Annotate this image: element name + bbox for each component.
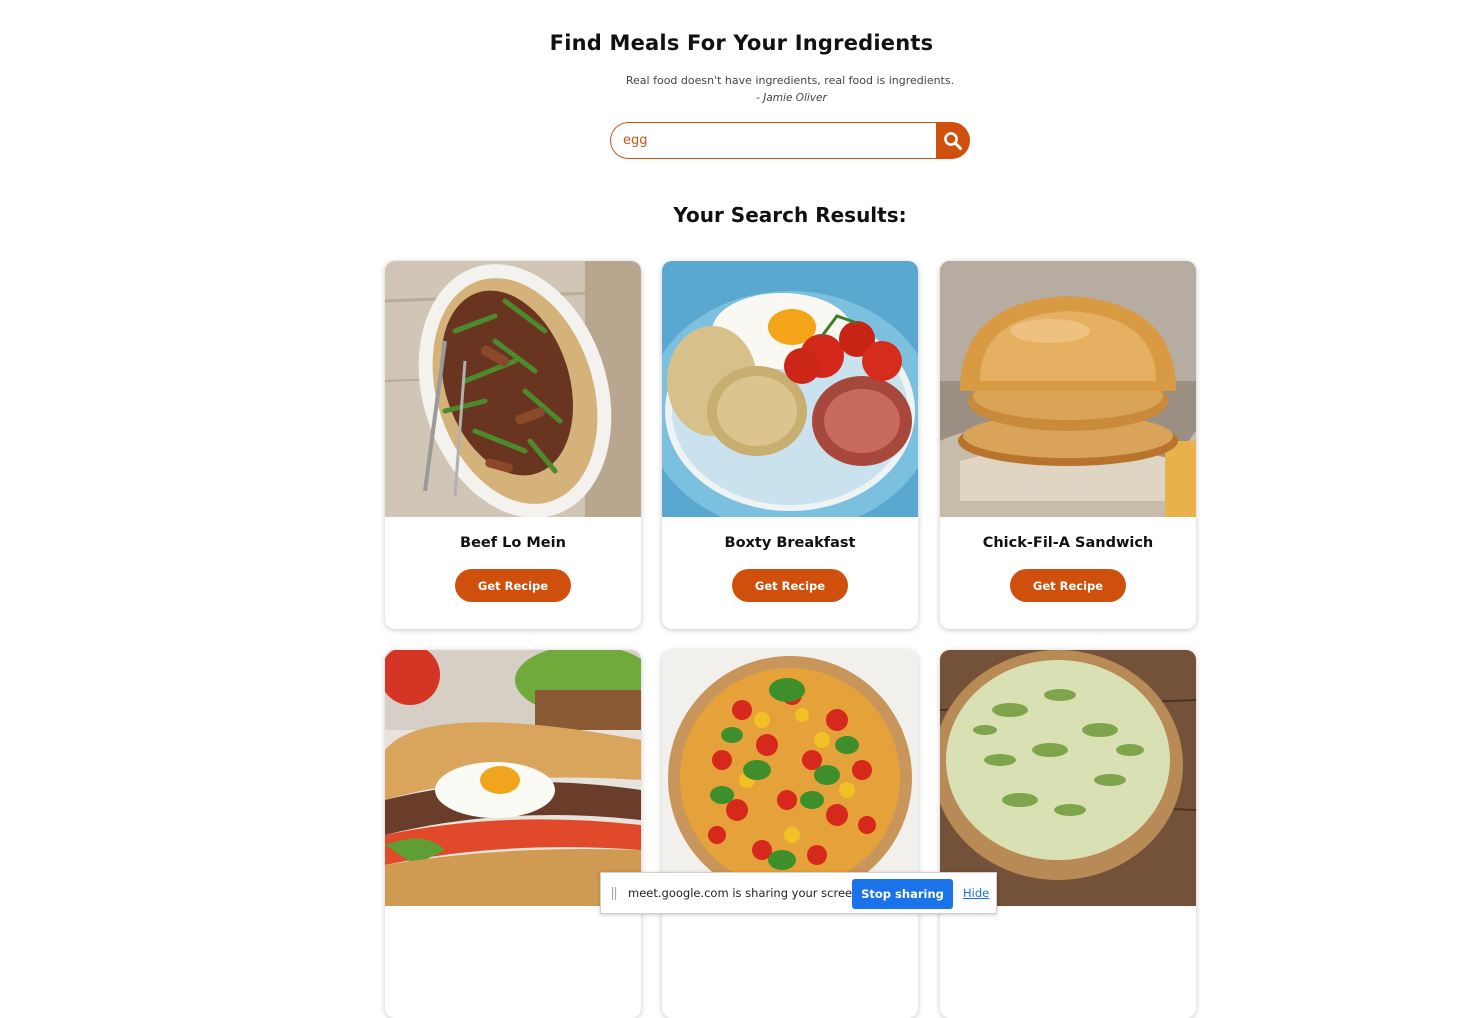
drag-handle-icon[interactable] [611, 887, 617, 900]
quote-author: - Jamie Oliver [756, 92, 827, 104]
recipe-card: Chick-Fil-A Sandwich Get Recipe [940, 261, 1196, 629]
results-heading: Your Search Results: [673, 203, 907, 227]
recipe-image-chick-fil-a-sandwich [940, 261, 1196, 517]
search-bar [610, 122, 970, 159]
screen-share-bar: meet.google.com is sharing your screen. … [600, 872, 997, 914]
search-input[interactable] [610, 122, 936, 159]
recipe-image-leek-quiche [940, 650, 1196, 906]
page-title: Find Meals For Your Ingredients [549, 31, 934, 55]
recipe-card [662, 650, 918, 1018]
search-icon [944, 131, 962, 150]
recipe-image-tomato-tart [662, 650, 918, 906]
get-recipe-button[interactable]: Get Recipe [1010, 569, 1126, 602]
recipe-card [940, 650, 1196, 1018]
stop-sharing-button[interactable]: Stop sharing [852, 879, 953, 909]
recipe-name: Beef Lo Mein [460, 535, 566, 551]
quote-text: Real food doesn't have ingredients, real… [625, 74, 955, 87]
recipe-name: Boxty Breakfast [724, 535, 856, 551]
get-recipe-button[interactable]: Get Recipe [455, 569, 571, 602]
hide-link[interactable]: Hide [963, 886, 989, 900]
get-recipe-button[interactable]: Get Recipe [732, 569, 848, 602]
recipe-card [385, 650, 641, 1018]
recipe-image-steak-egg-sandwich [385, 650, 641, 906]
share-status-text: meet.google.com is sharing your screen. [628, 886, 864, 900]
recipe-card: Beef Lo Mein Get Recipe [385, 261, 641, 629]
recipe-image-beef-lo-mein [385, 261, 641, 517]
search-button[interactable] [936, 122, 970, 159]
recipe-name: Chick-Fil-A Sandwich [982, 535, 1154, 551]
recipe-image-boxty-breakfast [662, 261, 918, 517]
recipe-card: Boxty Breakfast Get Recipe [662, 261, 918, 629]
